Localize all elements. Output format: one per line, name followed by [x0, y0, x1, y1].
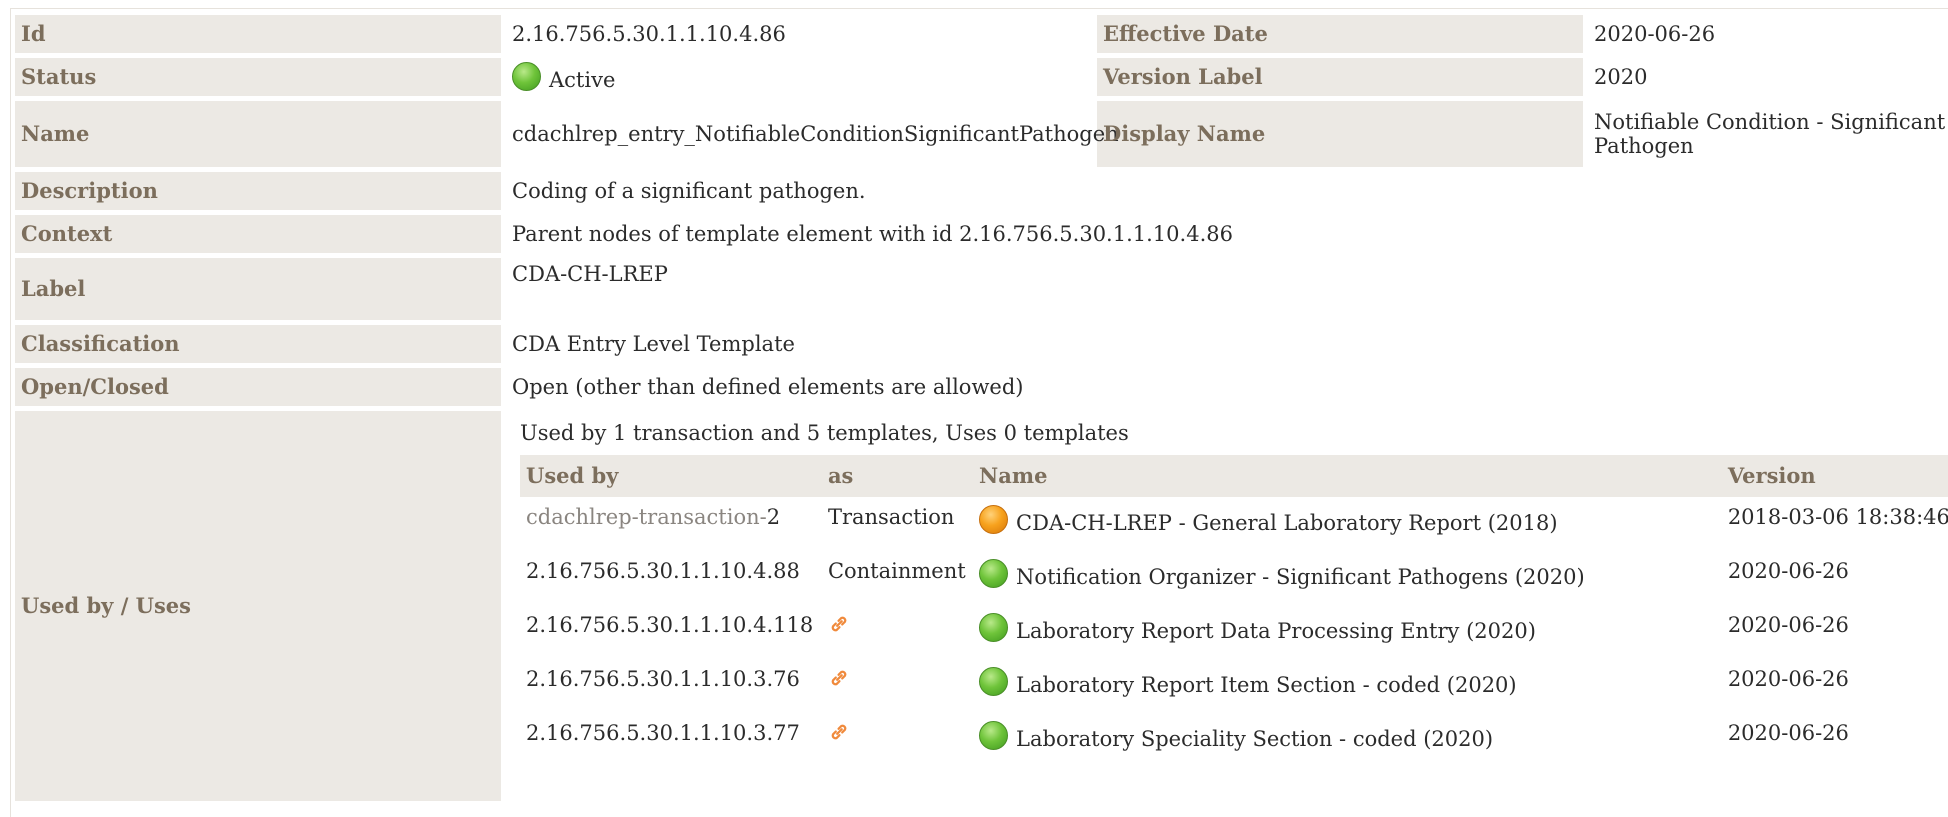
effective-date-label: Effective Date: [1097, 15, 1583, 53]
display-name-value: Notifiable Condition - Significant Patho…: [1588, 101, 1948, 167]
status-active-icon: [512, 61, 541, 91]
transaction-suffix[interactable]: 2: [767, 505, 780, 529]
effective-date-value: 2020-06-26: [1588, 15, 1948, 53]
classification-value: CDA Entry Level Template: [506, 325, 1948, 363]
table-row: 2.16.756.5.30.1.1.10.4.88 Containment No…: [520, 551, 1948, 605]
row-status: Status Active Version Label 2020: [15, 58, 1948, 96]
version-cell: 2018-03-06 18:38:46: [1727, 505, 1948, 530]
row-context: Context Parent nodes of template element…: [15, 215, 1948, 253]
row-label: Label CDA-CH-LREP: [15, 258, 1948, 320]
col-as: as: [821, 455, 974, 498]
used-by-cell[interactable]: 2.16.756.5.30.1.1.10.4.88: [520, 551, 822, 605]
template-metadata-table: Id 2.16.756.5.30.1.1.10.4.86 Effective D…: [10, 10, 1948, 806]
row-name: Name cdachlrep_entry_NotifiableCondition…: [15, 101, 1948, 167]
label-value: CDA-CH-LREP: [506, 258, 1948, 320]
status-draft-icon: [979, 505, 1009, 535]
used-by-cell[interactable]: 2.16.756.5.30.1.1.10.4.118: [520, 605, 822, 659]
template-name[interactable]: Laboratory Report Item Section - coded (…: [1016, 673, 1517, 697]
template-name[interactable]: Laboratory Report Data Processing Entry …: [1016, 619, 1536, 643]
table-row: 2.16.756.5.30.1.1.10.3.77 Laboratory Spe…: [520, 713, 1948, 767]
uses-summary: Used by 1 transaction and 5 templates, U…: [520, 421, 1129, 445]
table-row: 2.16.756.5.30.1.1.10.3.76 Laboratory Rep…: [520, 659, 1948, 713]
col-name: Name: [973, 455, 1722, 498]
name-value: cdachlrep_entry_NotifiableConditionSigni…: [506, 101, 1119, 167]
name-label: Name: [15, 101, 501, 167]
id-label: Id: [15, 15, 501, 53]
status-active-icon: [979, 613, 1009, 643]
description-value: Coding of a significant pathogen.: [506, 172, 1948, 210]
version-cell: 2020-06-26: [1727, 559, 1849, 584]
as-cell[interactable]: [822, 713, 973, 767]
as-cell[interactable]: [822, 605, 973, 659]
status-active-icon: [979, 559, 1009, 589]
table-row: 2.16.756.5.30.1.1.10.4.118 Laboratory Re…: [520, 605, 1948, 659]
row-id: Id 2.16.756.5.30.1.1.10.4.86 Effective D…: [15, 15, 1948, 53]
link-icon[interactable]: [828, 667, 850, 689]
template-name[interactable]: Laboratory Speciality Section - coded (2…: [1016, 727, 1493, 751]
name-cell[interactable]: Laboratory Speciality Section - coded (2…: [973, 713, 1722, 767]
used-by-uses-cell: Used by 1 transaction and 5 templates, U…: [506, 411, 1948, 801]
transaction-prefix[interactable]: cdachlrep-transaction-: [526, 505, 767, 529]
version-cell: 2020-06-26: [1727, 721, 1849, 746]
status-label: Status: [15, 58, 501, 96]
name-cell[interactable]: Laboratory Report Data Processing Entry …: [973, 605, 1722, 659]
table-row: cdachlrep-transaction-2 Transaction CDA-…: [520, 497, 1948, 551]
open-closed-label: Open/Closed: [15, 368, 501, 406]
version-cell: 2020-06-26: [1727, 667, 1849, 692]
version-label-label: Version Label: [1097, 58, 1583, 96]
col-version: Version: [1721, 455, 1948, 498]
name-cell[interactable]: Laboratory Report Item Section - coded (…: [973, 659, 1722, 713]
status-active-icon: [979, 667, 1009, 697]
row-classification: Classification CDA Entry Level Template: [15, 325, 1948, 363]
description-label: Description: [15, 172, 501, 210]
used-by-cell[interactable]: 2.16.756.5.30.1.1.10.3.77: [520, 713, 822, 767]
link-icon[interactable]: [828, 721, 850, 743]
status-value-cell: Active: [506, 58, 1092, 96]
used-by-cell[interactable]: cdachlrep-transaction-2: [520, 497, 822, 551]
label-label: Label: [15, 258, 501, 320]
name-cell[interactable]: Notification Organizer - Significant Pat…: [973, 551, 1722, 605]
id-value: 2.16.756.5.30.1.1.10.4.86: [506, 15, 1092, 53]
col-used-by: Used by: [520, 455, 822, 498]
uses-table: Used by as Name Version cdachlrep-transa…: [520, 455, 1948, 767]
version-cell: 2020-06-26: [1727, 613, 1849, 638]
version-label-value: 2020: [1588, 58, 1948, 96]
classification-label: Classification: [15, 325, 501, 363]
row-description: Description Coding of a significant path…: [15, 172, 1948, 210]
display-name-label: Display Name: [1097, 101, 1583, 167]
template-name[interactable]: Notification Organizer - Significant Pat…: [1016, 565, 1585, 589]
as-cell[interactable]: [822, 659, 973, 713]
template-name[interactable]: CDA-CH-LREP - General Laboratory Report …: [1016, 511, 1558, 535]
name-cell[interactable]: CDA-CH-LREP - General Laboratory Report …: [973, 497, 1722, 551]
row-open-closed: Open/Closed Open (other than defined ele…: [15, 368, 1948, 406]
context-value: Parent nodes of template element with id…: [506, 215, 1948, 253]
link-icon[interactable]: [828, 613, 850, 635]
used-by-uses-label: Used by / Uses: [15, 411, 501, 801]
as-cell: Transaction: [827, 505, 955, 530]
status-active-icon: [979, 721, 1009, 751]
row-used-by-uses: Used by / Uses Used by 1 transaction and…: [15, 411, 1948, 801]
open-closed-value: Open (other than defined elements are al…: [506, 368, 1948, 406]
context-label: Context: [15, 215, 501, 253]
status-value: Active: [549, 67, 616, 92]
used-by-cell[interactable]: 2.16.756.5.30.1.1.10.3.76: [520, 659, 822, 713]
as-cell: Containment: [827, 559, 966, 584]
uses-header-row: Used by as Name Version: [520, 455, 1948, 498]
